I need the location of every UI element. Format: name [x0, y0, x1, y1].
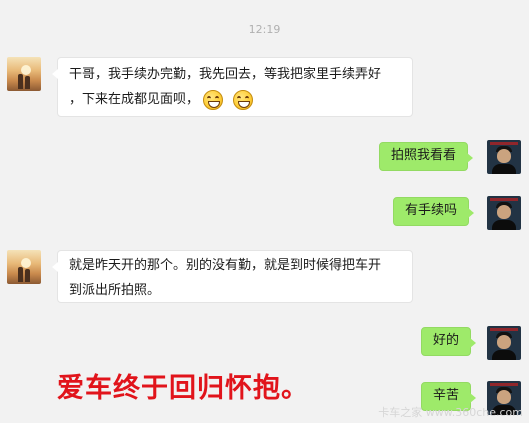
- grin-emoji-icon: [203, 89, 224, 110]
- message-bubble-incoming[interactable]: 就是昨天开的那个。别的没有勤，就是到时候得把车开 到派出所拍照。: [52, 250, 413, 303]
- avatar-caption-decoration: [490, 383, 518, 386]
- message-text: 好的: [433, 333, 460, 348]
- message-text: 有手续吗: [405, 203, 458, 218]
- message-text-line: 就是昨天开的那个。别的没有勤，就是到时候得把车开: [69, 258, 382, 273]
- my-avatar[interactable]: [487, 326, 521, 360]
- person-silhouette-icon: [25, 269, 30, 282]
- overlay-caption: 爱车终于回归怀抱。: [57, 373, 309, 404]
- avatar-caption-decoration: [490, 328, 518, 331]
- contact-avatar[interactable]: [7, 250, 41, 284]
- site-watermark: 卡车之家 www.360che.com: [378, 406, 523, 419]
- avatar-caption-decoration: [490, 142, 518, 145]
- grin-emoji-icon: [233, 89, 254, 110]
- my-avatar[interactable]: [487, 196, 521, 230]
- message-text: 辛苦: [433, 388, 460, 403]
- message-text-line: ，下来在成都见面呗，: [69, 92, 200, 107]
- person-body-icon: [492, 220, 516, 230]
- person-silhouette-icon: [25, 76, 30, 89]
- person-face-icon: [497, 205, 511, 219]
- person-silhouette-icon: [18, 74, 23, 89]
- sunset-icon: [21, 65, 31, 75]
- message-bubble-outgoing[interactable]: 好的: [421, 327, 477, 356]
- person-body-icon: [492, 350, 516, 360]
- message-timestamp: 12:19: [248, 23, 281, 36]
- message-bubble-outgoing[interactable]: 有手续吗: [393, 197, 475, 226]
- message-text: 拍照我看看: [391, 148, 457, 163]
- message-text-line: 到派出所拍照。: [69, 283, 161, 298]
- person-face-icon: [497, 335, 511, 349]
- message-bubble-incoming[interactable]: 干哥，我手续办完勤，我先回去，等我把家里手续弄好 ，下来在成都见面呗，: [52, 57, 413, 117]
- message-text-line: 干哥，我手续办完勤，我先回去，等我把家里手续弄好: [69, 67, 382, 82]
- sunset-icon: [21, 258, 31, 268]
- person-face-icon: [497, 390, 511, 404]
- avatar-caption-decoration: [490, 198, 518, 201]
- person-body-icon: [492, 164, 516, 174]
- person-face-icon: [497, 149, 511, 163]
- my-avatar[interactable]: [487, 140, 521, 174]
- message-bubble-outgoing[interactable]: 拍照我看看: [379, 142, 474, 171]
- person-silhouette-icon: [18, 267, 23, 282]
- contact-avatar[interactable]: [7, 57, 41, 91]
- chat-window: 12:19 干哥，我手续办完勤，我先回去，等我把家里手续弄好 ，下来在成都见面呗…: [0, 0, 529, 423]
